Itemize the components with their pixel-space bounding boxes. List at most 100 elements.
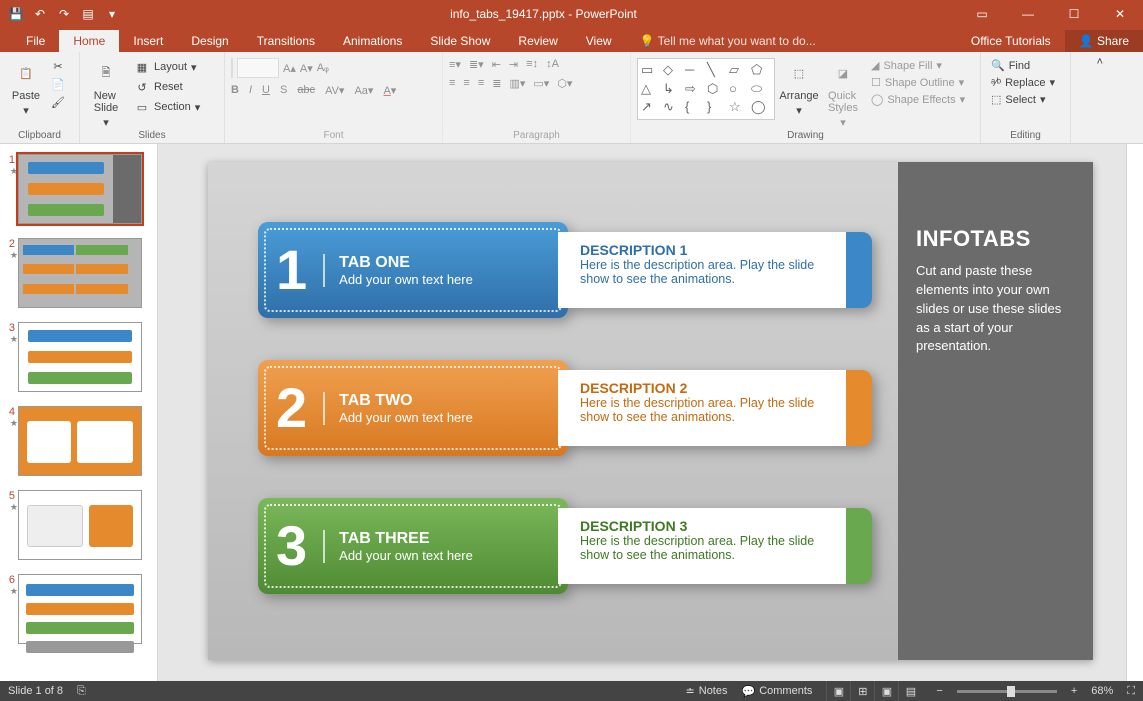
font-size-select[interactable] [237, 58, 279, 78]
increase-font-icon[interactable]: A▴ [283, 62, 296, 75]
desc2-title: DESCRIPTION 2 [580, 380, 842, 396]
text-direction-button[interactable]: ↕A [546, 58, 559, 71]
shadow-button[interactable]: S [280, 84, 287, 97]
change-case-button[interactable]: Aa▾ [354, 84, 373, 97]
spellcheck-icon[interactable]: ⎘ [77, 685, 86, 698]
layout-icon: ▦ [134, 59, 150, 75]
slide-counter[interactable]: Slide 1 of 8 [8, 685, 63, 697]
slide-sidebar[interactable]: INFOTABS Cut and paste these elements in… [898, 162, 1093, 660]
replace-button[interactable]: ᵃ⁄ᵇ Replace ▾ [987, 75, 1059, 90]
tab-insert[interactable]: Insert [119, 30, 177, 52]
tab-file[interactable]: File [12, 30, 59, 52]
numbering-button[interactable]: ≣▾ [469, 58, 484, 71]
thumbnail-6[interactable] [18, 574, 142, 644]
tab-review[interactable]: Review [504, 30, 571, 52]
thumbnail-2[interactable] [18, 238, 142, 308]
new-slide-button[interactable]: 🗎 New Slide▾ [86, 58, 126, 129]
office-tutorials[interactable]: Office Tutorials [957, 30, 1065, 52]
arrange-button[interactable]: ⬚Arrange▾ [779, 58, 819, 117]
slide-editor[interactable]: 1 TAB ONEAdd your own text here DESCRIPT… [158, 144, 1143, 681]
strike-button[interactable]: abc [297, 84, 315, 97]
smartart-button[interactable]: ⬡▾ [557, 77, 572, 90]
find-button[interactable]: 🔍 Find [987, 58, 1059, 73]
redo-icon[interactable]: ↷ [54, 4, 74, 24]
thumbnail-5[interactable] [18, 490, 142, 560]
select-button[interactable]: ⬚ Select ▾ [987, 92, 1059, 107]
infotab-2[interactable]: 2 TAB TWOAdd your own text here DESCRIPT… [258, 360, 898, 456]
slideshow-view-icon[interactable]: ▤ [898, 681, 922, 701]
slide-canvas[interactable]: 1 TAB ONEAdd your own text here DESCRIPT… [208, 162, 1093, 660]
decrease-font-icon[interactable]: A▾ [300, 62, 313, 75]
copy-icon[interactable]: 📄 [50, 76, 66, 92]
layout-button[interactable]: ▦Layout ▾ [130, 58, 204, 76]
desc3-title: DESCRIPTION 3 [580, 518, 842, 534]
tab-view[interactable]: View [572, 30, 626, 52]
comments-button[interactable]: 💬 Comments [742, 685, 813, 698]
maximize-icon[interactable]: ☐ [1051, 0, 1097, 28]
desc1-title: DESCRIPTION 1 [580, 242, 842, 258]
shape-fill-button[interactable]: ◢ Shape Fill ▾ [867, 58, 969, 73]
section-button[interactable]: ▭Section ▾ [130, 98, 204, 116]
columns-button[interactable]: ▥▾ [509, 77, 525, 90]
minimize-icon[interactable]: — [1005, 0, 1051, 28]
font-family-select[interactable] [231, 58, 233, 78]
start-from-beginning-icon[interactable]: ▤ [78, 4, 98, 24]
align-text-button[interactable]: ▭▾ [533, 77, 549, 90]
shape-effects-button[interactable]: ◯ Shape Effects ▾ [867, 92, 969, 107]
reading-view-icon[interactable]: ▣ [874, 681, 898, 701]
decrease-indent-button[interactable]: ⇤ [492, 58, 501, 71]
quick-styles-button[interactable]: ◪Quick Styles▾ [823, 58, 863, 129]
qat-dropdown-icon[interactable]: ▾ [102, 4, 122, 24]
paste-button[interactable]: 📋 Paste▾ [6, 58, 46, 117]
underline-button[interactable]: U [262, 84, 270, 97]
bullets-button[interactable]: ≡▾ [449, 58, 461, 71]
section-icon: ▭ [134, 99, 150, 115]
zoom-in-button[interactable]: + [1071, 685, 1077, 697]
tab-slideshow[interactable]: Slide Show [416, 30, 504, 52]
thumbnail-3[interactable] [18, 322, 142, 392]
shapes-gallery[interactable]: ▭◇─╲▱⬠ △↳⇨⬡○⬭ ↗∿{}☆◯ [637, 58, 775, 120]
line-spacing-button[interactable]: ≡↕ [526, 58, 538, 71]
normal-view-icon[interactable]: ▣ [826, 681, 850, 701]
ribbon-options-icon[interactable]: ▭ [959, 0, 1005, 28]
reset-button[interactable]: ↺Reset [130, 78, 204, 96]
fit-to-window-button[interactable]: ⛶ [1127, 685, 1135, 698]
new-slide-icon: 🗎 [91, 58, 121, 88]
sorter-view-icon[interactable]: ⊞ [850, 681, 874, 701]
share-button[interactable]: 👤 Share [1065, 30, 1143, 52]
zoom-slider[interactable] [957, 690, 1057, 693]
tab-animations[interactable]: Animations [329, 30, 416, 52]
tab-home[interactable]: Home [59, 30, 119, 52]
collapse-ribbon-icon[interactable]: ˄ [1097, 56, 1103, 68]
tab-design[interactable]: Design [177, 30, 242, 52]
clear-format-icon[interactable]: Aᵩ [317, 62, 329, 74]
align-left-button[interactable]: ≡ [449, 77, 455, 90]
align-right-button[interactable]: ≡ [478, 77, 484, 90]
infotab-1[interactable]: 1 TAB ONEAdd your own text here DESCRIPT… [258, 222, 898, 318]
close-icon[interactable]: ✕ [1097, 0, 1143, 28]
italic-button[interactable]: I [249, 84, 252, 97]
infotab-3[interactable]: 3 TAB THREEAdd your own text here DESCRI… [258, 498, 898, 594]
cut-icon[interactable]: ✂ [50, 58, 66, 74]
zoom-level[interactable]: 68% [1091, 685, 1113, 697]
spacing-button[interactable]: AV▾ [325, 84, 344, 97]
align-center-button[interactable]: ≡ [463, 77, 469, 90]
slide-thumbnails[interactable]: 1★ 2★ 3★ 4★ 5★ 6★ [0, 144, 158, 681]
ribbon-tabs: File Home Insert Design Transitions Anim… [0, 28, 1143, 52]
undo-icon[interactable]: ↶ [30, 4, 50, 24]
tab-transitions[interactable]: Transitions [243, 30, 329, 52]
save-icon[interactable]: 💾 [6, 4, 26, 24]
increase-indent-button[interactable]: ⇥ [509, 58, 518, 71]
bold-button[interactable]: B [231, 84, 239, 97]
justify-button[interactable]: ≣ [492, 77, 501, 90]
tellme-search[interactable]: 💡 Tell me what you want to do... [626, 30, 830, 52]
notes-button[interactable]: ≐ Notes [686, 685, 728, 698]
group-drawing-label: Drawing [637, 129, 974, 141]
group-slides-label: Slides [86, 129, 218, 141]
zoom-out-button[interactable]: − [936, 685, 942, 697]
format-painter-icon[interactable]: 🖌 [50, 94, 66, 110]
thumbnail-1[interactable] [18, 154, 142, 224]
font-color-button[interactable]: A▾ [383, 84, 396, 97]
shape-outline-button[interactable]: ☐ Shape Outline ▾ [867, 75, 969, 90]
thumbnail-4[interactable] [18, 406, 142, 476]
